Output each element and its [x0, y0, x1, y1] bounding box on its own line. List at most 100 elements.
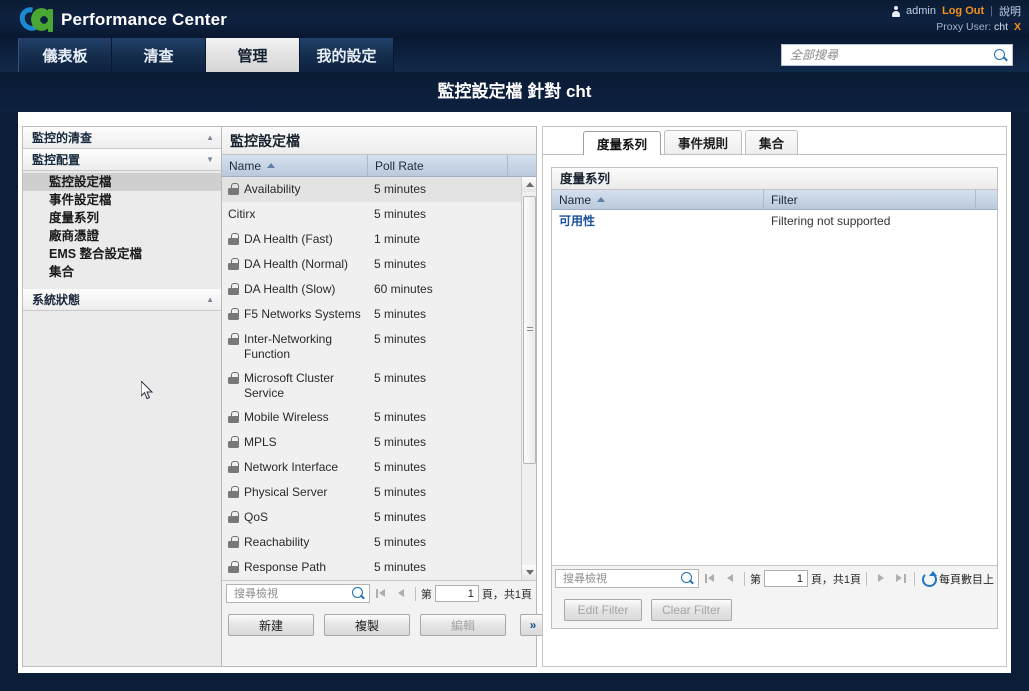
page-number-input[interactable]: 1: [434, 585, 479, 602]
help-link[interactable]: 說明: [999, 3, 1021, 19]
table-row[interactable]: Network Interface 5 minutes: [222, 455, 536, 480]
table-row[interactable]: Citirx 5 minutes: [222, 202, 536, 227]
column-header-name[interactable]: Name: [552, 190, 764, 209]
table-row[interactable]: DA Health (Fast) 1 minute: [222, 227, 536, 252]
next-page-button[interactable]: [872, 570, 889, 587]
details-grid-body[interactable]: 可用性 Filtering not supported: [552, 210, 997, 565]
scrollbar-thumb[interactable]: [523, 196, 536, 464]
sidebar-item-event-profiles[interactable]: 事件設定檔: [23, 191, 221, 209]
search-icon[interactable]: [993, 48, 1008, 63]
sidebar-item-monitoring-profiles[interactable]: 監控設定檔: [23, 173, 221, 191]
details-search-input[interactable]: [561, 571, 680, 586]
details-panel: 度量系列 事件規則 集合 度量系列 Name Filter 可用性 Filter…: [542, 126, 1007, 667]
row-name: QoS: [244, 510, 269, 524]
list-search-box[interactable]: [226, 584, 370, 603]
list-grid-header: Name Poll Rate: [222, 155, 536, 177]
table-row[interactable]: Response Path 5 minutes: [222, 555, 536, 580]
column-header-label: Filter: [771, 192, 798, 207]
brand-title: Performance Center: [61, 9, 228, 29]
details-search-box[interactable]: [555, 569, 699, 588]
table-row[interactable]: Inter-Networking Function 5 minutes: [222, 327, 536, 366]
row-name-cell: DA Health (Fast): [222, 227, 368, 251]
table-row[interactable]: DA Health (Slow) 60 minutes: [222, 277, 536, 302]
tab-event-rules[interactable]: 事件規則: [664, 130, 743, 154]
lock-icon: [228, 258, 239, 270]
row-name-cell: DA Health (Slow): [222, 277, 368, 301]
row-name-cell: DA Health (Normal): [222, 252, 368, 276]
refresh-icon[interactable]: [920, 571, 938, 587]
list-grid-body[interactable]: Availability 5 minutes Citirx 5 minutes …: [222, 177, 536, 580]
last-page-button[interactable]: [892, 570, 909, 587]
row-name-cell: Network Interface: [222, 455, 368, 479]
row-name: Citirx: [228, 207, 256, 221]
table-row[interactable]: F5 Networks Systems 5 minutes: [222, 302, 536, 327]
row-poll-rate: 60 minutes: [374, 282, 433, 296]
sidebar-section-monitored-inventory[interactable]: 監控的清查 ▲: [23, 127, 221, 149]
table-row[interactable]: MPLS 5 minutes: [222, 430, 536, 455]
previous-page-button[interactable]: [393, 585, 410, 602]
list-search-input[interactable]: [232, 586, 351, 601]
table-row[interactable]: DA Health (Normal) 5 minutes: [222, 252, 536, 277]
table-row[interactable]: 可用性 Filtering not supported: [552, 210, 997, 231]
table-row[interactable]: Physical Server 5 minutes: [222, 480, 536, 505]
first-page-button[interactable]: [702, 570, 719, 587]
sidebar-item-metric-families[interactable]: 度量系列: [23, 209, 221, 227]
first-page-button[interactable]: [373, 585, 390, 602]
row-name-cell: QoS: [222, 505, 368, 529]
nav-tab-inventory[interactable]: 清查: [112, 38, 206, 72]
search-icon[interactable]: [680, 571, 695, 586]
user-name: admin: [906, 5, 936, 17]
scroll-up-button[interactable]: [522, 177, 536, 192]
sidebar-section-label: 監控配置: [32, 153, 81, 167]
global-search-box[interactable]: [781, 44, 1013, 66]
sidebar-item-collections[interactable]: 集合: [23, 263, 221, 281]
table-row[interactable]: Mobile Wireless 5 minutes: [222, 405, 536, 430]
page-number-input[interactable]: 1: [763, 570, 808, 587]
row-poll-rate: 5 minutes: [374, 435, 427, 449]
divider: [414, 586, 416, 601]
proxy-close-icon[interactable]: X: [1014, 21, 1021, 33]
tab-metric-families[interactable]: 度量系列: [583, 131, 662, 155]
global-search-input[interactable]: [788, 47, 993, 63]
table-row[interactable]: Availability 5 minutes: [222, 177, 536, 202]
column-header-poll-rate[interactable]: Poll Rate: [368, 155, 508, 176]
tab-collections[interactable]: 集合: [745, 130, 799, 154]
sort-ascending-icon: [267, 163, 276, 168]
nav-tab-dashboard[interactable]: 儀表板: [18, 38, 112, 72]
column-header-name[interactable]: Name: [222, 155, 368, 176]
table-row[interactable]: Reachability 5 minutes: [222, 530, 536, 555]
sidebar-section-system-status[interactable]: 系統狀態 ▲: [23, 289, 221, 311]
row-poll-rate: 5 minutes: [374, 410, 427, 424]
sidebar-item-ems-integration-profiles[interactable]: EMS 整合設定檔: [23, 245, 221, 263]
first-page-icon: [704, 573, 717, 584]
sidebar-item-vendor-certifications[interactable]: 廠商憑證: [23, 227, 221, 245]
previous-page-button[interactable]: [722, 570, 739, 587]
sidebar-section-monitoring-config[interactable]: 監控配置 ▼: [23, 149, 221, 171]
scroll-down-button[interactable]: [522, 565, 536, 580]
nav-tab-my-settings[interactable]: 我的設定: [300, 38, 394, 72]
column-header-filter[interactable]: Filter: [764, 190, 976, 209]
lock-icon: [228, 283, 239, 295]
list-action-buttons: 新建 複製 編輯 »: [222, 606, 546, 636]
row-poll-rate: 1 minute: [374, 232, 421, 246]
list-vertical-scrollbar[interactable]: [521, 177, 536, 580]
lock-icon: [228, 183, 239, 195]
row-poll-rate: 5 minutes: [374, 535, 427, 549]
row-filter: Filtering not supported: [771, 213, 891, 228]
person-icon: [891, 5, 900, 17]
metric-family-link[interactable]: 可用性: [559, 214, 595, 228]
log-out-link[interactable]: Log Out: [942, 5, 984, 17]
sidebar: 監控的清查 ▲ 監控配置 ▼ 監控設定檔 事件設定檔 度量系列 廠商憑證 EMS…: [22, 126, 222, 667]
copy-button[interactable]: 複製: [324, 614, 410, 636]
nav-tab-admin[interactable]: 管理: [206, 38, 300, 72]
search-icon[interactable]: [351, 586, 366, 601]
row-name-cell: 可用性: [552, 212, 764, 229]
lock-icon: [228, 461, 239, 473]
table-row[interactable]: QoS 5 minutes: [222, 505, 536, 530]
per-page-label: 每頁數目上: [939, 573, 995, 586]
new-button[interactable]: 新建: [228, 614, 314, 636]
lock-icon: [228, 333, 239, 345]
table-row[interactable]: Microsoft Cluster Service 5 minutes: [222, 366, 536, 405]
row-name: Availability: [244, 182, 301, 196]
last-page-icon: [894, 573, 907, 584]
